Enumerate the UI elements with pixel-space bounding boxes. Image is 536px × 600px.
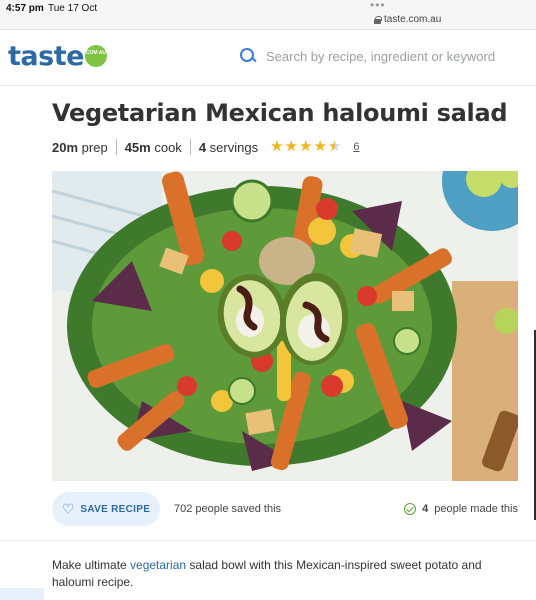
meta-divider [189,139,191,155]
meta-divider [115,139,117,155]
status-date: Tue 17 Oct [48,3,98,14]
made-label: people made this [434,503,518,515]
servings-label: servings [209,139,259,155]
prep-time-label: prep [81,139,108,155]
logo-text: taste [8,41,84,72]
saved-count-text: 702 people saved this [174,503,282,515]
salad-illustration [52,171,518,481]
star-icon: ★ [299,138,313,155]
address-bar[interactable]: taste.com.au [374,14,441,25]
description-lead: Make ultimate [52,558,131,572]
star-icon: ★ [313,138,327,155]
search-icon[interactable] [240,48,256,64]
logo-badge: COM AU [84,45,107,67]
lock-icon [374,15,382,24]
site-header: taste COM AU Search by recipe, ingredien… [0,30,536,86]
check-circle-icon [404,503,417,515]
recipe-description: Make ultimate vegetarian salad bowl with… [52,557,502,591]
heart-icon: ♡ [61,501,75,517]
address-url: taste.com.au [384,14,442,25]
recipe-meta: 20m prep 45m cook 4 servings ★ ★ ★ ★ ★ 6 [52,139,359,155]
servings-value: 4 [198,139,207,155]
search-placeholder: Search by recipe, ingredient or keyword [266,48,496,64]
more-options-icon[interactable]: ••• [370,0,386,12]
save-recipe-label: SAVE RECIPE [80,503,151,515]
star-icon: ★ [270,138,284,155]
page-title: Vegetarian Mexican haloumi salad [52,99,508,127]
cook-time-value: 45m [124,139,151,155]
section-divider [0,540,536,541]
made-this-counter[interactable]: 4 people made this [404,503,518,515]
status-time: 4:57 pm [6,3,44,14]
site-logo[interactable]: taste COM AU [8,42,107,72]
save-recipe-button[interactable]: ♡ SAVE RECIPE [52,492,160,526]
recipe-hero-image [52,171,518,481]
floating-tab[interactable] [0,588,44,600]
rating-count-link[interactable]: 6 [353,141,359,153]
prep-time-value: 20m [52,139,79,155]
vegetarian-link[interactable]: vegetarian [130,558,186,572]
cook-time-label: cook [154,139,182,155]
status-bar: 4:57 pm Tue 17 Oct ••• taste.com.au [0,0,536,30]
star-icon: ★ [327,138,342,155]
star-rating[interactable]: ★ ★ ★ ★ ★ [270,139,341,155]
star-icon: ★ [284,138,298,155]
search-input[interactable]: Search by recipe, ingredient or keyword [240,48,495,64]
made-count: 4 [422,503,429,515]
